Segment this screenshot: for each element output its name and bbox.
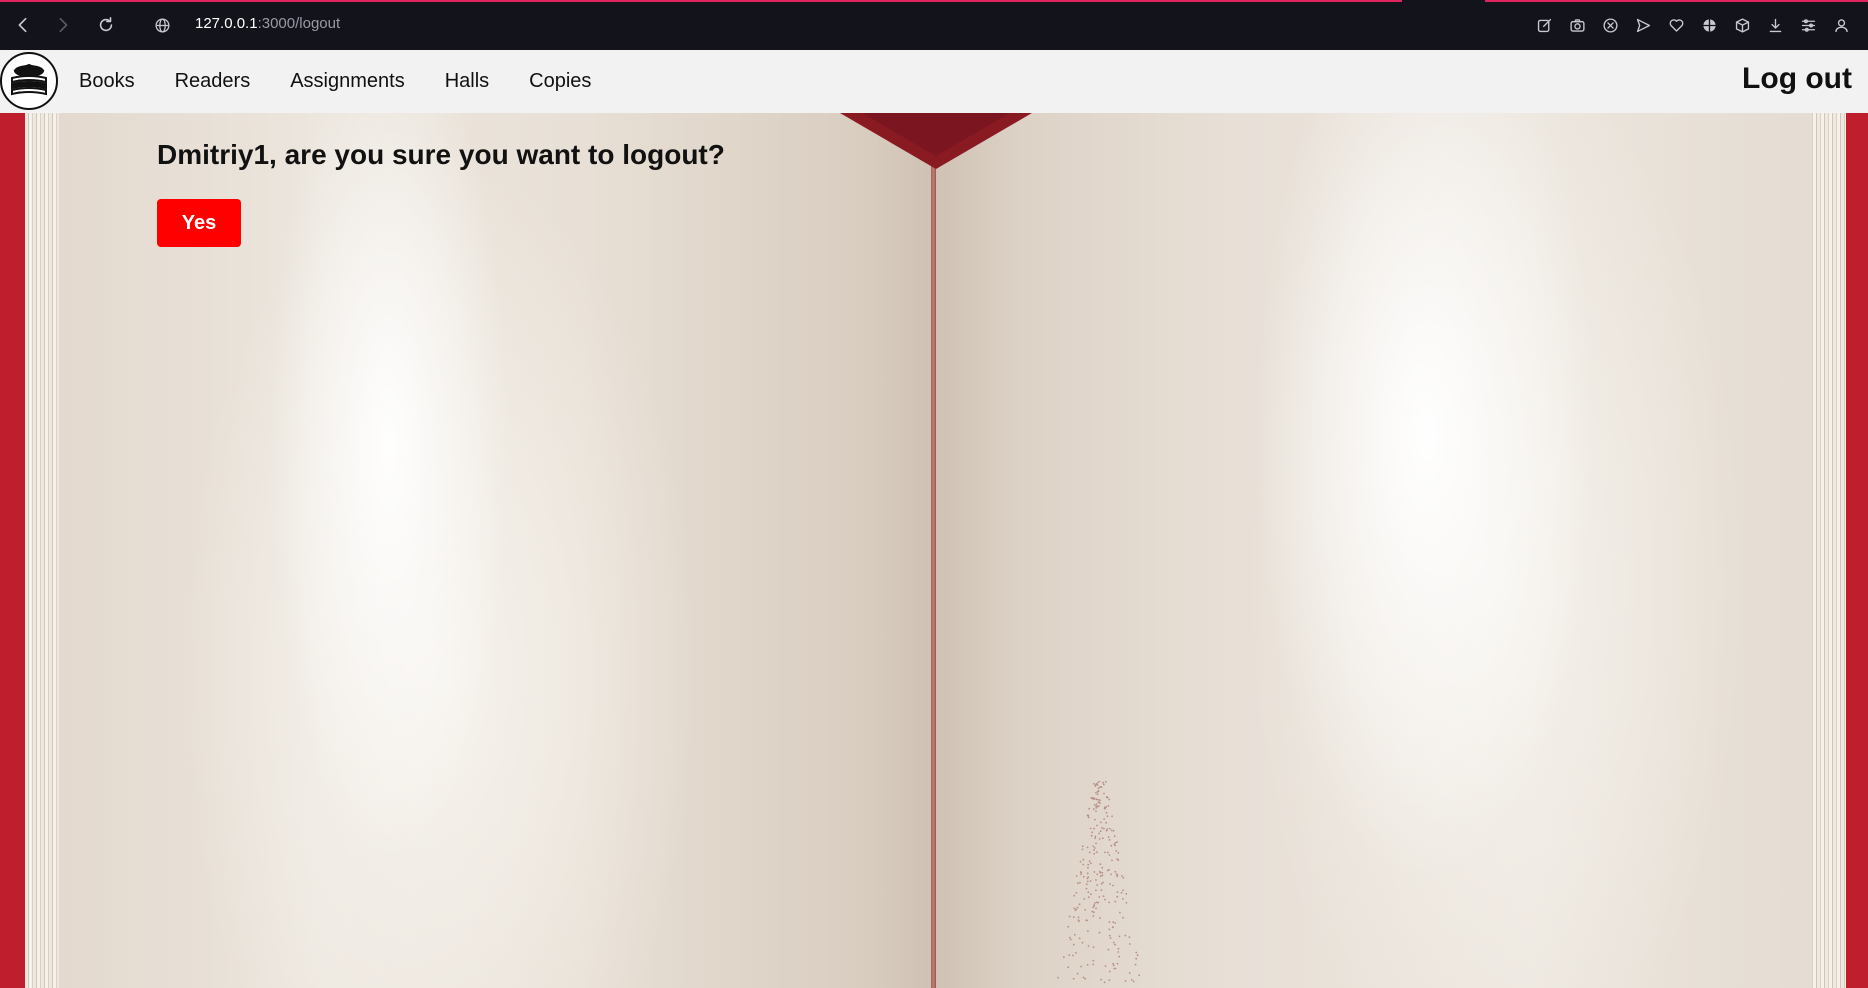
browser-toolbar: 127.0.0.1:3000/logout: [0, 0, 1868, 50]
nav-link-assignments[interactable]: Assignments: [290, 70, 405, 93]
back-icon[interactable]: [10, 12, 36, 38]
app-navbar: Books Readers Assignments Halls Copies L…: [0, 50, 1868, 113]
page-speckle: [1057, 781, 1141, 984]
reload-icon[interactable]: [93, 12, 119, 38]
page-edges-left: [25, 113, 59, 988]
nav-link-halls[interactable]: Halls: [445, 70, 489, 93]
forward-icon[interactable]: [50, 12, 76, 38]
heart-icon[interactable]: [1660, 12, 1693, 38]
url-path: :3000/logout: [257, 15, 341, 32]
logout-link[interactable]: Log out: [1742, 62, 1852, 96]
address-bar[interactable]: 127.0.0.1:3000/logout: [195, 15, 340, 32]
camera-icon[interactable]: [1561, 12, 1594, 38]
load-progress-bar-tail: [1485, 0, 1868, 2]
box-icon[interactable]: [1726, 12, 1759, 38]
page-edges-right: [1812, 113, 1846, 988]
logout-confirm-panel: Dmitriy1, are you sure you want to logou…: [157, 139, 725, 247]
url-host: 127.0.0.1: [195, 15, 258, 32]
book-cover-right: [1846, 113, 1868, 988]
toolbar-icons: [1528, 12, 1858, 38]
edit-icon[interactable]: [1528, 12, 1561, 38]
nav-link-readers[interactable]: Readers: [175, 70, 251, 93]
nav-link-books[interactable]: Books: [79, 70, 135, 93]
book-spine: [931, 113, 936, 988]
profile-icon[interactable]: [1825, 12, 1858, 38]
shield-icon[interactable]: [1594, 12, 1627, 38]
logout-prompt: Dmitriy1, are you sure you want to logou…: [157, 139, 725, 170]
confirm-logout-button[interactable]: Yes: [157, 199, 241, 247]
settings-icon[interactable]: [1792, 12, 1825, 38]
vpn-icon[interactable]: [1693, 12, 1726, 38]
bookmark-ribbon: [840, 113, 1032, 169]
nav-links: Books Readers Assignments Halls Copies: [79, 50, 631, 113]
book-background: [0, 113, 1868, 988]
nav-link-copies[interactable]: Copies: [529, 70, 591, 93]
load-progress-bar: [0, 0, 1402, 2]
book-cover-left: [0, 113, 25, 988]
site-info-icon[interactable]: [150, 13, 174, 37]
books-stack-icon[interactable]: [0, 52, 58, 110]
send-icon[interactable]: [1627, 12, 1660, 38]
download-icon[interactable]: [1759, 12, 1792, 38]
